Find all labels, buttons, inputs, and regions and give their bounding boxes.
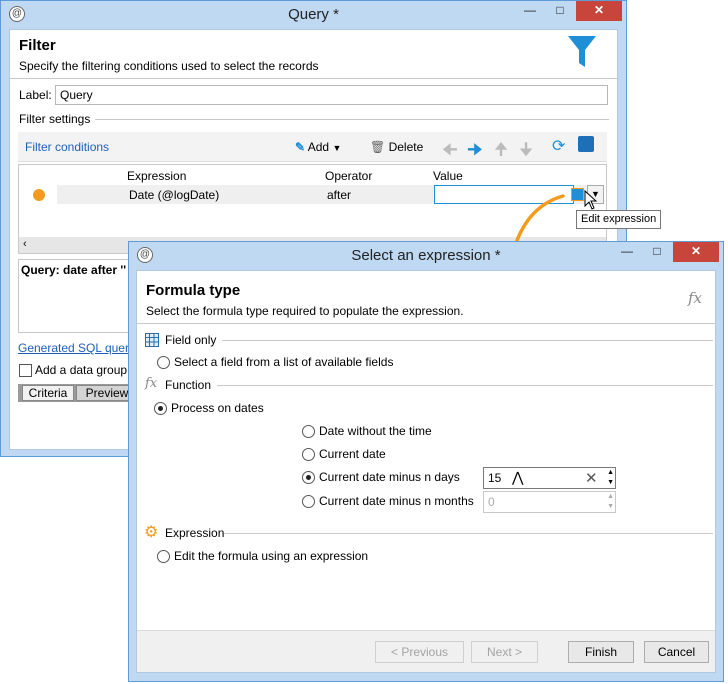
current-date-radio[interactable] [302, 448, 315, 461]
cancel-button[interactable]: Cancel [644, 641, 709, 663]
field-only-rule [222, 340, 713, 341]
header-divider [10, 78, 617, 79]
months-value: 0 [488, 495, 495, 509]
finish-button[interactable]: Finish [568, 641, 634, 663]
query-text-panel: Query: date after '' [18, 259, 138, 333]
expression-heading: Expression [165, 526, 225, 540]
date-without-time-label: Date without the time [319, 424, 432, 438]
next-button[interactable]: Next > [471, 641, 538, 663]
query-titlebar: @ Query * — □ ✕ [1, 1, 626, 29]
field-only-heading: Field only [165, 333, 217, 347]
generated-sql-link[interactable]: Generated SQL query [18, 341, 135, 355]
add-button[interactable]: ✎ Add ▼ [295, 140, 341, 154]
delete-button[interactable]: 🗑 Delete [370, 140, 423, 154]
current-date-label: Current date [319, 447, 386, 461]
minus-months-radio[interactable] [302, 495, 315, 508]
date-without-time-radio[interactable] [302, 425, 315, 438]
bottom-tabs: Criteria Preview [18, 384, 138, 402]
tooltip-text: Edit expression [581, 213, 657, 225]
tooltip: Edit expression [576, 210, 662, 229]
minus-days-radio[interactable] [302, 471, 315, 484]
mouse-cursor-icon [584, 190, 598, 210]
filter-settings-rule [95, 119, 609, 120]
trash-icon: 🗑 [370, 140, 386, 154]
function-rule [217, 385, 713, 386]
minimize-button[interactable]: — [613, 242, 641, 262]
query-text: Query: date after '' [21, 263, 127, 277]
gear-icon: ⚙ [144, 524, 159, 541]
col-expression: Expression [127, 169, 187, 183]
spin-up-icon[interactable]: ▲ [607, 468, 614, 478]
data-group-checkbox[interactable] [19, 364, 32, 377]
data-group-label: Add a data group [35, 363, 128, 377]
col-value: Value [433, 169, 463, 183]
expression-content: Formula type Select the formula type req… [136, 270, 716, 673]
add-icon: ✎ [295, 140, 306, 154]
filter-conditions-tab[interactable]: Filter conditions [25, 140, 109, 154]
label-caption: Label: [19, 88, 52, 102]
minus-days-label: Current date minus n days [319, 470, 460, 484]
col-operator: Operator [325, 169, 373, 183]
field-only-radio[interactable] [157, 356, 170, 369]
formula-type-subtitle: Select the formula type required to popu… [146, 304, 464, 318]
arrow-left-icon[interactable]: 🠈 [442, 137, 458, 166]
fx-icon: fx [688, 289, 703, 307]
days-value: 15 [488, 471, 502, 485]
close-button[interactable]: ✕ [576, 1, 622, 21]
arrow-down-icon[interactable]: 🠋 [519, 137, 533, 166]
arrow-up-icon[interactable]: 🠉 [494, 137, 508, 166]
footer-bar: < Previous Next > Finish Cancel [137, 630, 715, 672]
months-stepper[interactable]: 0 ▲ ▼ [483, 491, 616, 513]
field-only-option: Select a field from a list of available … [174, 355, 394, 369]
label-input[interactable]: Query [55, 85, 608, 105]
table-icon [145, 333, 159, 347]
edit-formula-option: Edit the formula using an expression [174, 549, 369, 563]
filter-settings-heading: Filter settings [19, 112, 91, 126]
edit-expression-icon[interactable] [571, 188, 584, 201]
days-stepper[interactable]: 15 ⋀ ✕ ▲ ▼ [483, 467, 616, 489]
row-operator: after [327, 188, 352, 202]
delete-label: Delete [388, 140, 424, 154]
header-divider [137, 323, 715, 324]
process-dates-option: Process on dates [171, 401, 264, 415]
formula-type-title: Formula type [146, 282, 241, 299]
filter-subtitle: Specify the filtering conditions used to… [19, 59, 319, 73]
text-cursor-icon: ⋀ [512, 469, 524, 485]
clear-icon[interactable]: ✕ [585, 469, 598, 487]
function-icon: fx [145, 376, 158, 391]
refresh-icon[interactable]: ⟳ [552, 136, 565, 156]
function-heading: Function [165, 378, 212, 392]
minimize-button[interactable]: — [516, 1, 544, 21]
maximize-button[interactable]: □ [546, 1, 574, 21]
arrow-right-icon[interactable]: 🠊 [467, 137, 483, 166]
previous-button[interactable]: < Previous [375, 641, 464, 663]
save-icon[interactable] [578, 136, 594, 152]
close-button[interactable]: ✕ [673, 242, 719, 262]
add-label: Add [307, 140, 330, 154]
edit-formula-radio[interactable] [157, 550, 170, 563]
filter-funnel-icon [568, 36, 596, 67]
maximize-button[interactable]: □ [643, 242, 671, 262]
spin-down-icon[interactable]: ▼ [607, 502, 614, 512]
chevron-down-icon: ▼ [332, 143, 342, 153]
spin-down-icon[interactable]: ▼ [607, 478, 614, 488]
tab-criteria[interactable]: Criteria [22, 385, 74, 401]
expression-rule [224, 533, 713, 534]
expression-titlebar: @ Select an expression * — □ ✕ [129, 242, 723, 270]
minus-months-label: Current date minus n months [319, 494, 474, 508]
process-dates-radio[interactable] [154, 402, 167, 415]
row-expression: Date (@logDate) [129, 188, 220, 202]
filter-title: Filter [19, 37, 56, 54]
status-dot [33, 189, 45, 201]
expression-window: @ Select an expression * — □ ✕ Formula t… [128, 241, 724, 682]
spin-up-icon[interactable]: ▲ [607, 492, 614, 502]
scroll-left-icon[interactable]: ‹ [23, 238, 27, 250]
filter-toolbar: Filter conditions ✎ Add ▼ 🗑 Delete 🠈 🠊 🠉… [18, 132, 607, 162]
